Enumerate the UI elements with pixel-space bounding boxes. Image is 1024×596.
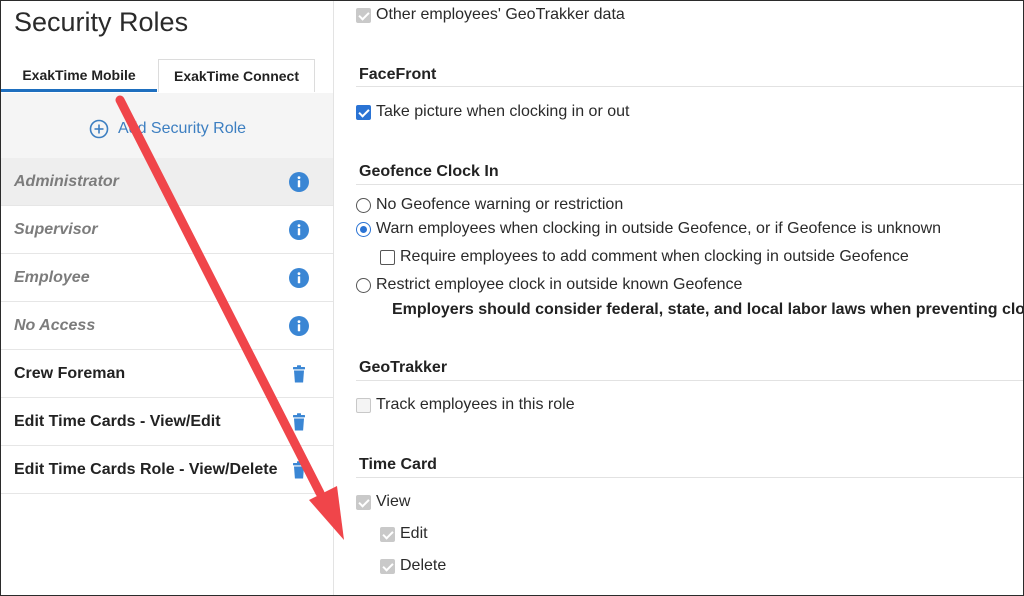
roles-sidebar: Security Roles ExakTime Mobile ExakTime … <box>1 1 334 595</box>
restrict-geofence-option: Restrict employee clock in outside known… <box>356 276 742 294</box>
role-label: Employee <box>14 269 90 286</box>
time-card-section-title: Time Card <box>359 456 437 473</box>
require-comment-option: Require employees to add comment when cl… <box>380 248 909 266</box>
add-role-area: Add Security Role <box>1 93 333 158</box>
trash-icon[interactable] <box>289 412 309 432</box>
info-icon[interactable] <box>289 172 309 192</box>
no-geofence-radio[interactable] <box>356 197 371 213</box>
trash-icon[interactable] <box>289 460 309 480</box>
warn-geofence-option: Warn employees when clocking in outside … <box>356 220 941 238</box>
role-item-supervisor[interactable]: Supervisor <box>1 206 333 254</box>
time-card-delete-option: Delete <box>380 557 446 575</box>
track-employees-option: Track employees in this role <box>356 396 575 414</box>
labor-law-note: Employers should consider federal, state… <box>392 301 1024 318</box>
other-geotrakker-label: Other employees' GeoTrakker data <box>376 6 625 23</box>
add-security-role-button[interactable]: Add Security Role <box>89 119 246 139</box>
roles-list: Administrator Supervisor Employee No Acc… <box>1 158 333 494</box>
section-divider <box>356 184 1023 185</box>
role-label: Administrator <box>14 173 119 190</box>
require-comment-checkbox[interactable] <box>380 249 395 265</box>
time-card-view-option: View <box>356 493 410 511</box>
time-card-delete-label: Delete <box>400 557 447 574</box>
warn-geofence-label: Warn employees when clocking in outside … <box>376 220 942 237</box>
role-item-employee[interactable]: Employee <box>1 254 333 302</box>
tab-exaktime-mobile[interactable]: ExakTime Mobile <box>1 59 157 92</box>
role-label: Supervisor <box>14 221 98 238</box>
trash-icon[interactable] <box>289 364 309 384</box>
section-divider <box>356 477 1023 478</box>
geofence-section-title: Geofence Clock In <box>359 163 499 180</box>
take-picture-checkbox[interactable] <box>356 104 371 120</box>
plus-circle-icon <box>89 119 109 139</box>
add-security-role-label: Add Security Role <box>118 120 247 137</box>
restrict-geofence-radio[interactable] <box>356 277 371 293</box>
section-divider <box>356 380 1023 381</box>
info-icon[interactable] <box>289 220 309 240</box>
facefront-section-title: FaceFront <box>359 66 437 83</box>
section-divider <box>356 86 1023 87</box>
take-picture-option: Take picture when clocking in or out <box>356 103 629 121</box>
role-label: No Access <box>14 317 96 334</box>
geotrakker-section-title: GeoTrakker <box>359 359 448 376</box>
info-icon[interactable] <box>289 268 309 288</box>
tab-exaktime-connect[interactable]: ExakTime Connect <box>158 59 315 92</box>
track-employees-label: Track employees in this role <box>376 396 575 413</box>
time-card-edit-checkbox[interactable] <box>380 526 395 542</box>
app-frame: Security Roles ExakTime Mobile ExakTime … <box>0 0 1024 596</box>
page-title: Security Roles <box>14 7 189 37</box>
time-card-edit-label: Edit <box>400 525 428 542</box>
other-geotrakker-option: Other employees' GeoTrakker data <box>356 6 625 24</box>
other-geotrakker-checkbox[interactable] <box>356 7 371 23</box>
track-employees-checkbox[interactable] <box>356 397 371 413</box>
time-card-view-checkbox[interactable] <box>356 494 371 510</box>
role-label: Edit Time Cards Role - View/Delete <box>14 461 278 478</box>
role-settings-panel: Other employees' GeoTrakker data FaceFro… <box>334 1 1023 595</box>
info-icon[interactable] <box>289 316 309 336</box>
take-picture-label: Take picture when clocking in or out <box>376 103 630 120</box>
role-item-no-access[interactable]: No Access <box>1 302 333 350</box>
require-comment-label: Require employees to add comment when cl… <box>400 248 909 265</box>
platform-tabs: ExakTime Mobile ExakTime Connect <box>1 59 333 94</box>
time-card-edit-option: Edit <box>380 525 428 543</box>
time-card-delete-checkbox[interactable] <box>380 558 395 574</box>
role-item-crew-foreman[interactable]: Crew Foreman <box>1 350 333 398</box>
role-item-edit-time-cards-view-edit[interactable]: Edit Time Cards - View/Edit <box>1 398 333 446</box>
no-geofence-label: No Geofence warning or restriction <box>376 196 624 213</box>
role-item-edit-time-cards-role-view-delete[interactable]: Edit Time Cards Role - View/Delete <box>1 446 333 494</box>
role-label: Crew Foreman <box>14 365 126 382</box>
restrict-geofence-label: Restrict employee clock in outside known… <box>376 276 743 293</box>
role-label: Edit Time Cards - View/Edit <box>14 413 221 430</box>
no-geofence-option: No Geofence warning or restriction <box>356 196 623 214</box>
warn-geofence-radio[interactable] <box>356 221 371 237</box>
time-card-view-label: View <box>376 493 411 510</box>
role-item-administrator[interactable]: Administrator <box>1 158 333 206</box>
